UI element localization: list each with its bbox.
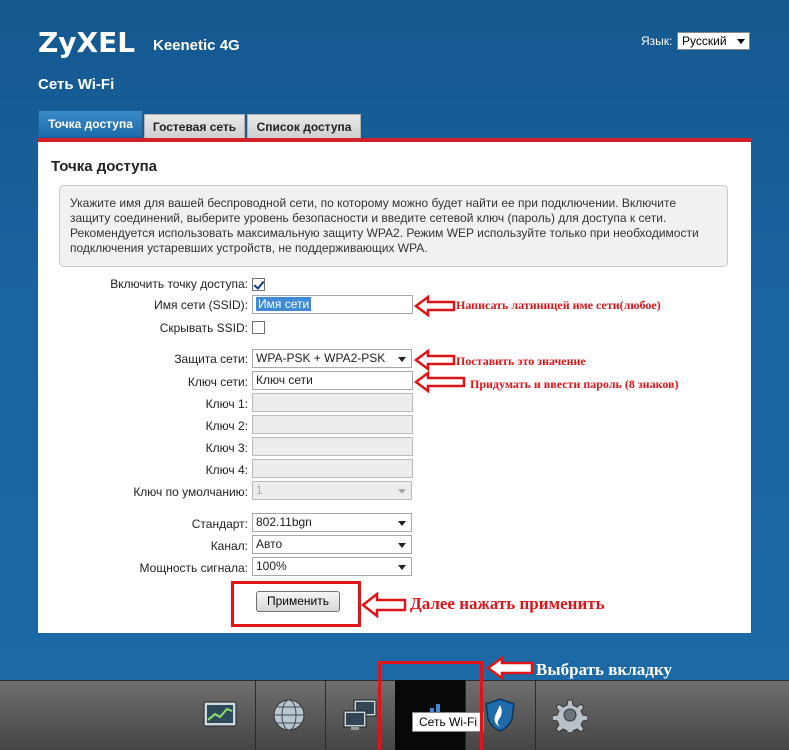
info-box: Укажите имя для вашей беспроводной сети,…: [59, 185, 728, 267]
enable-ap-checkbox[interactable]: [252, 278, 265, 291]
key2-label: Ключ 2:: [205, 419, 248, 433]
network-key-label: Ключ сети:: [187, 375, 248, 389]
ssid-label: Имя сети (SSID):: [154, 298, 248, 312]
security-annotation: Поставить это значение: [456, 354, 586, 368]
apply-annotation: Далее нажать применить: [410, 594, 605, 613]
page-title: Сеть Wi-Fi: [38, 76, 115, 93]
standard-select[interactable]: 802.11bgn: [252, 513, 412, 532]
zyxel-logo: ZyXEL: [38, 26, 136, 59]
key-annotation: Придумать и ввести пароль (8 знаков): [470, 377, 679, 391]
default-key-value: 1: [256, 483, 263, 497]
apply-button[interactable]: Применить: [256, 591, 340, 612]
tab-guest-network[interactable]: Гостевая сеть: [144, 114, 245, 138]
chevron-down-icon: [398, 357, 406, 362]
hide-ssid-checkbox[interactable]: [252, 321, 265, 334]
signal-power-label: Мощность сигнала:: [139, 561, 248, 575]
annotation-arrow-icon: [414, 371, 466, 393]
language-select[interactable]: Русский: [677, 32, 750, 50]
chevron-down-icon: [398, 521, 406, 526]
key3-input: [252, 437, 413, 456]
network-icon[interactable]: [342, 698, 378, 732]
ssid-value: Имя сети: [256, 297, 312, 311]
model-name: Keenetic 4G: [153, 37, 240, 54]
key1-input: [252, 393, 413, 412]
channel-value: Авто: [256, 537, 283, 551]
language-label: Язык:: [641, 34, 673, 48]
panel-heading: Точка доступа: [51, 158, 158, 175]
tab-access-point[interactable]: Точка доступа: [38, 110, 143, 138]
key4-label: Ключ 4:: [205, 463, 248, 477]
standard-label: Стандарт:: [191, 517, 248, 531]
gear-icon[interactable]: [553, 698, 587, 732]
annotation-arrow-icon: [414, 349, 456, 371]
enable-ap-label: Включить точку доступа:: [110, 277, 248, 291]
globe-icon[interactable]: [272, 698, 306, 732]
wifi-tab-highlight-frame: [378, 661, 483, 750]
nav-divider: [535, 680, 536, 750]
chevron-down-icon: [398, 489, 406, 494]
annotation-arrow-icon: [486, 656, 534, 680]
annotation-arrow-icon: [414, 295, 456, 317]
default-key-select: 1: [252, 481, 412, 500]
nav-divider: [255, 680, 256, 750]
header: ZyXEL Keenetic 4G Язык: Русский Сеть Wi-…: [0, 0, 789, 110]
chevron-down-icon: [737, 39, 745, 44]
nav-divider: [325, 680, 326, 750]
tab-annotation: Выбрать вкладку: [536, 660, 672, 679]
network-key-input[interactable]: Ключ сети: [252, 371, 413, 390]
annotation-arrow-icon: [361, 592, 407, 618]
key3-label: Ключ 3:: [205, 441, 248, 455]
chevron-down-icon: [398, 543, 406, 548]
language-value: Русский: [682, 34, 727, 48]
ssid-annotation: Написать латиницей име сети(любое): [456, 298, 661, 312]
signal-power-select[interactable]: 100%: [252, 557, 412, 576]
hide-ssid-label: Скрывать SSID:: [159, 321, 248, 335]
default-key-label: Ключ по умолчанию:: [133, 485, 248, 499]
key4-input: [252, 459, 413, 478]
signal-power-value: 100%: [256, 559, 287, 573]
channel-select[interactable]: Авто: [252, 535, 412, 554]
security-value: WPA-PSK + WPA2-PSK: [256, 351, 386, 365]
security-label: Защита сети:: [174, 352, 248, 366]
standard-value: 802.11bgn: [256, 515, 312, 529]
chevron-down-icon: [398, 565, 406, 570]
key2-input: [252, 415, 413, 434]
tab-access-list[interactable]: Список доступа: [247, 114, 361, 138]
ssid-input[interactable]: Имя сети: [252, 295, 413, 314]
shield-icon[interactable]: [484, 697, 516, 733]
network-key-value: Ключ сети: [256, 373, 313, 387]
monitor-icon[interactable]: [203, 700, 237, 730]
security-select[interactable]: WPA-PSK + WPA2-PSK: [252, 349, 412, 368]
key1-label: Ключ 1:: [205, 397, 248, 411]
channel-label: Канал:: [210, 539, 248, 553]
